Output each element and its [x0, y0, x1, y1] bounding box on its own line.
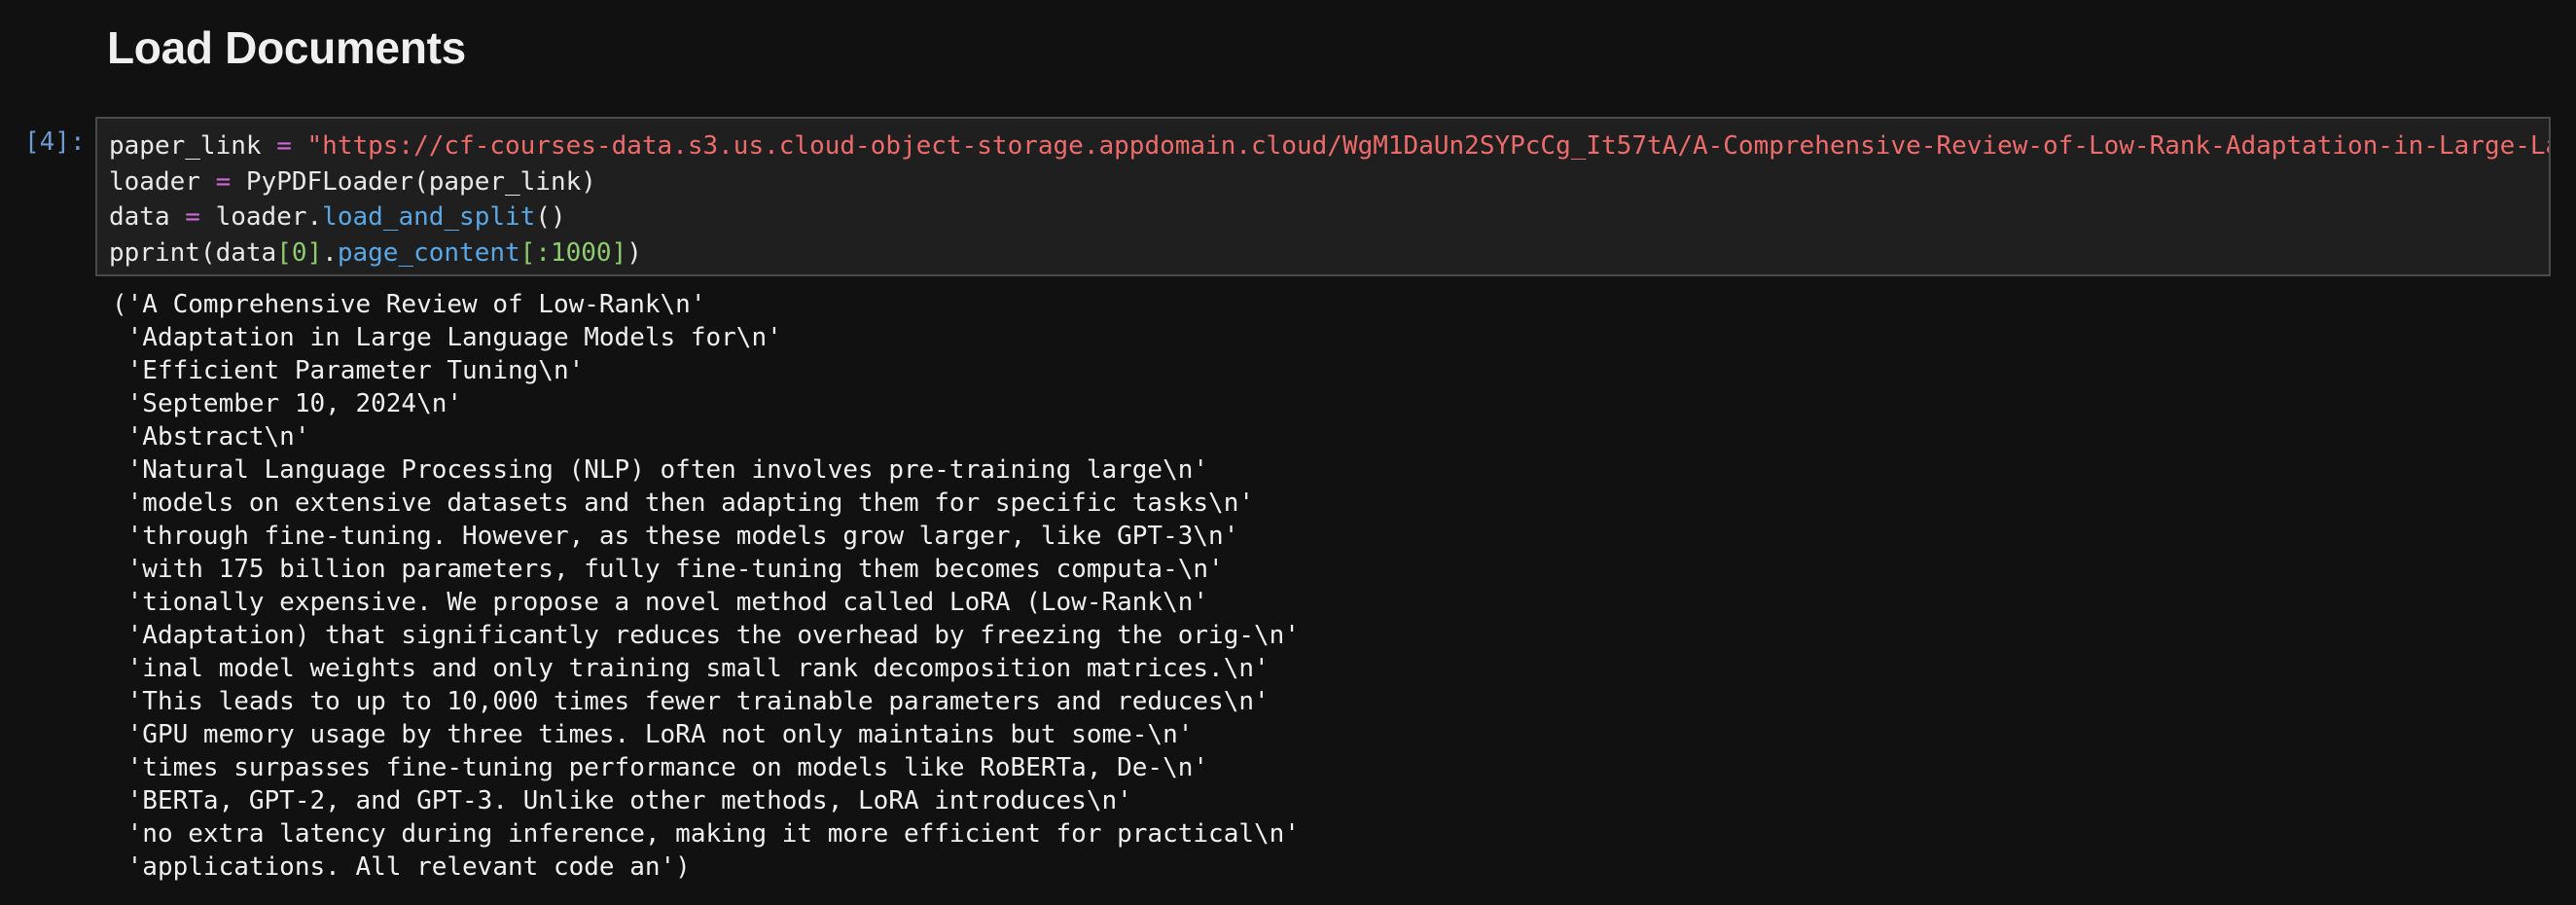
output-line: 'Abstract\n' — [112, 422, 310, 452]
output-line: ('A Comprehensive Review of Low-Rank\n' — [112, 290, 706, 319]
code-line-1: paper_link = "https://cf-courses-data.s3… — [109, 128, 2551, 164]
cell-output: ('A Comprehensive Review of Low-Rank\n' … — [112, 288, 1300, 884]
code-token: "https://cf-courses-data.s3.us.cloud-obj… — [306, 131, 2551, 161]
code-token: ] — [611, 237, 627, 268]
code-token: 0 — [291, 237, 307, 268]
code-token: . — [322, 237, 338, 268]
code-token: PyPDFLoader(paper_link) — [245, 166, 596, 197]
output-line: 'Natural Language Processing (NLP) often… — [112, 455, 1209, 485]
code-token: pprint(data — [109, 237, 277, 268]
code-token: paper_link — [109, 131, 262, 161]
output-line: 'GPU memory usage by three times. LoRA n… — [112, 720, 1194, 749]
output-line: 'Adaptation) that significantly reduces … — [112, 621, 1300, 650]
code-content[interactable]: paper_link = "https://cf-courses-data.s3… — [109, 128, 2551, 272]
output-line: 'tionally expensive. We propose a novel … — [112, 588, 1209, 617]
code-line-2: loader = PyPDFLoader(paper_link) — [109, 164, 2549, 200]
code-token: = — [169, 202, 216, 232]
output-line: 'This leads to up to 10,000 times fewer … — [112, 687, 1270, 716]
output-line: 'applications. All relevant code an') — [112, 852, 691, 882]
code-token: :1000 — [535, 237, 612, 268]
cell-execution-count: [4]: — [24, 127, 86, 157]
code-token: () — [535, 202, 566, 232]
code-token: loader. — [215, 202, 323, 232]
code-token: [ — [519, 237, 536, 268]
code-token: = — [199, 166, 246, 197]
output-line: 'through fine-tuning. However, as these … — [112, 522, 1239, 551]
code-token: page_content — [337, 237, 520, 268]
code-token: [ — [276, 237, 292, 268]
output-line: 'inal model weights and only training sm… — [112, 654, 1270, 683]
output-line: 'BERTa, GPT-2, and GPT-3. Unlike other m… — [112, 786, 1132, 815]
code-line-3: data = loader.load_and_split() — [109, 199, 2549, 235]
output-line: 'Efficient Parameter Tuning\n' — [112, 356, 585, 385]
output-line: 'times surpasses fine-tuning performance… — [112, 753, 1209, 782]
code-token: = — [261, 131, 307, 161]
code-token: ] — [306, 237, 323, 268]
output-line: 'September 10, 2024\n' — [112, 389, 463, 418]
code-token: data — [109, 202, 170, 232]
output-line: 'with 175 billion parameters, fully fine… — [112, 555, 1224, 584]
section-heading: Load Documents — [107, 22, 466, 73]
code-line-4: pprint(data[0].page_content[:1000]) — [109, 235, 2549, 272]
output-line: 'models on extensive datasets and then a… — [112, 489, 1254, 518]
code-token: loader — [109, 166, 200, 197]
output-line: 'Adaptation in Large Language Models for… — [112, 323, 782, 352]
code-cell-editor[interactable]: paper_link = "https://cf-courses-data.s3… — [95, 117, 2551, 276]
code-token: load_and_split — [322, 202, 536, 232]
code-token: ) — [626, 237, 642, 268]
output-line: 'no extra latency during inference, maki… — [112, 819, 1300, 849]
